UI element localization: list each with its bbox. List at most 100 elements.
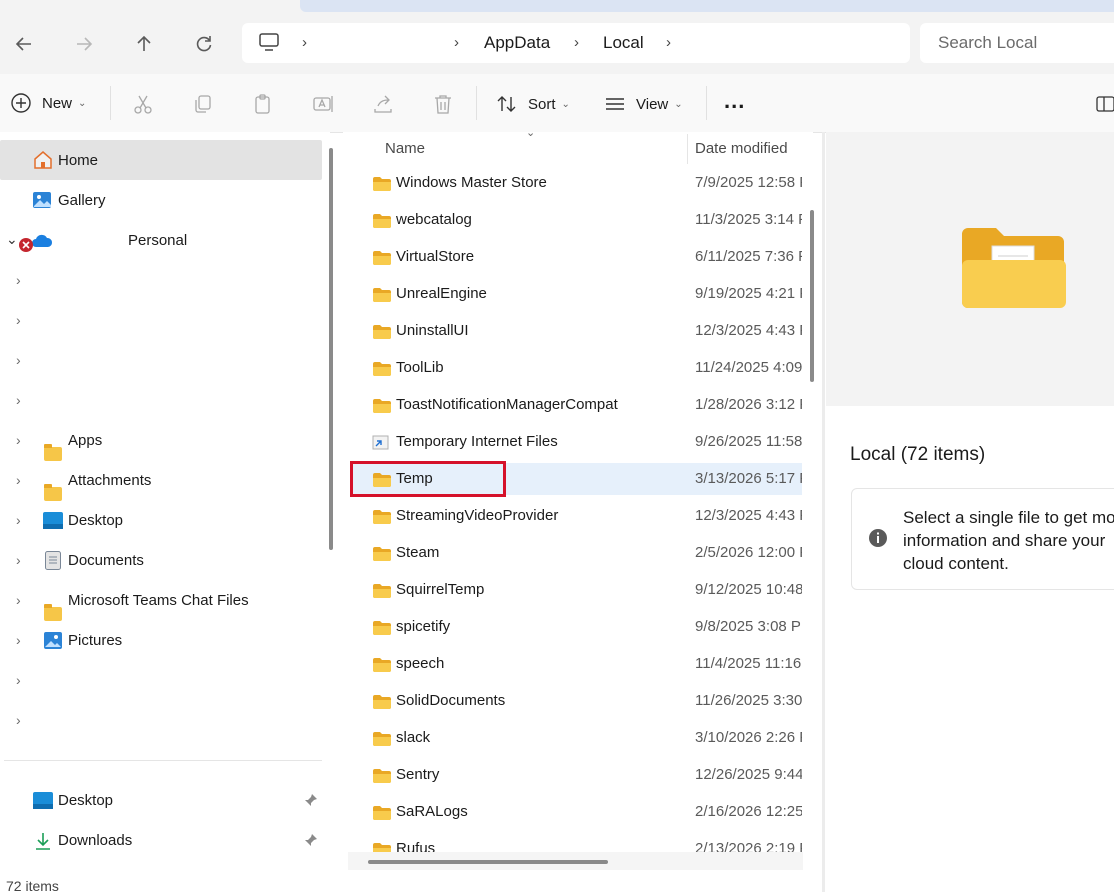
sync-error-icon xyxy=(19,238,33,252)
arrow-up-icon xyxy=(137,35,151,51)
breadcrumb-redacted[interactable] xyxy=(328,34,438,52)
plus-circle-icon xyxy=(11,93,31,113)
up-button[interactable] xyxy=(126,26,162,62)
file-row[interactable]: Steam 2/5/2026 12:00 PM xyxy=(350,537,802,569)
sidebar-item-desktop[interactable]: › Desktop xyxy=(0,501,322,539)
quick-access-downloads[interactable]: Downloads xyxy=(0,821,322,859)
sort-button[interactable]: Sort ⌄ xyxy=(496,93,570,115)
folder-icon xyxy=(372,250,392,270)
forward-button[interactable] xyxy=(66,26,102,62)
file-row[interactable]: SquirrelTemp 9/12/2025 10:48 AM xyxy=(350,574,802,606)
file-row[interactable]: ToastNotificationManagerCompat 1/28/2026 … xyxy=(350,389,802,421)
chevron-right-icon[interactable]: › xyxy=(16,392,21,408)
details-pane-icon[interactable] xyxy=(1096,96,1114,116)
refresh-button[interactable] xyxy=(186,26,222,62)
breadcrumb-local[interactable]: Local xyxy=(603,33,644,53)
breadcrumb-chevron-icon[interactable]: › xyxy=(666,34,671,51)
chevron-right-icon[interactable]: › xyxy=(16,712,21,728)
file-row[interactable]: Sentry 12/26/2025 9:44 AM xyxy=(350,759,802,791)
sidebar-item-pictures[interactable]: › Pictures xyxy=(0,621,322,659)
delete-icon[interactable] xyxy=(432,93,454,119)
back-button[interactable] xyxy=(6,26,42,62)
search-input[interactable]: Search Local xyxy=(920,23,1114,63)
file-date: 12/3/2025 4:43 PM xyxy=(695,322,802,339)
sidebar-item-redacted[interactable]: › xyxy=(0,261,322,299)
sidebar-item-redacted[interactable]: › xyxy=(0,661,322,699)
sidebar-item-redacted[interactable]: › xyxy=(0,341,322,379)
sidebar-item-home[interactable]: Home xyxy=(0,140,322,180)
chevron-right-icon[interactable]: › xyxy=(16,472,21,488)
more-options-button[interactable]: ... xyxy=(724,88,745,114)
share-icon[interactable] xyxy=(372,93,394,119)
file-row[interactable]: UnrealEngine 9/19/2025 4:21 PM xyxy=(350,278,802,310)
sidebar-item-onedrive[interactable]: ⌄ Personal xyxy=(0,221,322,259)
info-text: Select a single file to get more informa… xyxy=(903,508,1114,573)
chevron-right-icon[interactable]: › xyxy=(16,632,21,648)
quick-access-desktop[interactable]: Desktop xyxy=(0,781,322,819)
column-header-date[interactable]: Date modified xyxy=(695,140,788,157)
new-button[interactable]: New ⌄ xyxy=(10,92,86,114)
file-row[interactable]: SolidDocuments 11/26/2025 3:30 PM xyxy=(350,685,802,717)
copy-icon[interactable] xyxy=(192,93,214,119)
sidebar-item-redacted[interactable]: › xyxy=(0,301,322,339)
chevron-right-icon[interactable]: › xyxy=(16,552,21,568)
breadcrumb-chevron-icon[interactable]: › xyxy=(454,34,459,51)
file-name: slack xyxy=(396,729,431,746)
file-row[interactable]: VirtualStore 6/11/2025 7:36 PM xyxy=(350,241,802,273)
cut-icon[interactable] xyxy=(132,93,154,119)
chevron-right-icon[interactable]: › xyxy=(16,272,21,288)
folder-large-icon xyxy=(962,228,1066,308)
file-name: Windows Master Store xyxy=(396,174,547,191)
horizontal-scrollbar[interactable] xyxy=(368,860,608,864)
sidebar-item-documents[interactable]: › Documents xyxy=(0,541,322,579)
file-row[interactable]: StreamingVideoProvider 12/3/2025 4:43 PM xyxy=(350,500,802,532)
pin-icon[interactable] xyxy=(304,833,318,847)
column-header-name[interactable]: Name xyxy=(385,140,425,157)
file-row[interactable]: webcatalog 11/3/2025 3:14 PM xyxy=(350,204,802,236)
file-row[interactable]: speech 11/4/2025 11:16 AM xyxy=(350,648,802,680)
breadcrumb-chevron-icon[interactable]: › xyxy=(302,34,307,51)
documents-icon xyxy=(45,551,61,570)
sidebar-scrollbar[interactable] xyxy=(329,148,333,550)
chevron-right-icon[interactable]: › xyxy=(16,672,21,688)
chevron-right-icon[interactable]: › xyxy=(16,432,21,448)
pin-icon[interactable] xyxy=(304,793,318,807)
folder-icon xyxy=(44,484,62,501)
file-name: SquirrelTemp xyxy=(396,581,485,598)
file-row[interactable]: SaRALogs 2/16/2026 12:25 PM xyxy=(350,796,802,828)
paste-icon[interactable] xyxy=(252,93,274,119)
sidebar-item-redacted[interactable]: › xyxy=(0,381,322,419)
file-row[interactable]: UninstallUI 12/3/2025 4:43 PM xyxy=(350,315,802,347)
vertical-scrollbar[interactable] xyxy=(810,210,814,382)
sidebar-item-attachments[interactable]: › Attachments xyxy=(0,461,322,501)
sidebar-item-label: Apps xyxy=(68,432,103,449)
file-row[interactable]: spicetify 9/8/2025 3:08 PM xyxy=(350,611,802,643)
chevron-right-icon[interactable]: › xyxy=(16,352,21,368)
breadcrumb-chevron-icon[interactable]: › xyxy=(574,34,579,51)
file-name: ToastNotificationManagerCompat xyxy=(396,396,618,413)
chevron-down-icon[interactable]: ⌄ xyxy=(6,231,18,248)
file-date: 3/13/2026 5:17 PM xyxy=(695,470,802,487)
chevron-right-icon[interactable]: › xyxy=(16,312,21,328)
view-button-label: View xyxy=(636,95,669,113)
chevron-right-icon[interactable]: › xyxy=(16,592,21,608)
sidebar-item-apps[interactable]: › Apps xyxy=(0,421,322,461)
folder-icon xyxy=(44,444,62,461)
view-button[interactable]: View ⌄ xyxy=(604,93,683,115)
column-divider[interactable] xyxy=(687,134,688,164)
file-row[interactable]: Windows Master Store 7/9/2025 12:58 PM xyxy=(350,167,802,199)
file-name: webcatalog xyxy=(396,211,472,228)
sidebar-item-label: Desktop xyxy=(68,512,124,529)
file-name: StreamingVideoProvider xyxy=(396,507,559,524)
file-row[interactable]: ToolLib 11/24/2025 4:09 PM xyxy=(350,352,802,384)
file-row[interactable]: Temporary Internet Files 9/26/2025 11:58 … xyxy=(350,426,802,458)
rename-icon[interactable] xyxy=(312,93,334,119)
chevron-right-icon[interactable]: › xyxy=(16,512,21,528)
sidebar-item-gallery[interactable]: Gallery xyxy=(0,181,322,219)
this-pc-icon[interactable] xyxy=(258,32,280,56)
breadcrumb-appdata[interactable]: AppData xyxy=(484,33,550,53)
sidebar-item-teams-chat-files[interactable]: › Microsoft Teams Chat Files xyxy=(0,581,322,621)
pane-divider[interactable] xyxy=(822,132,825,892)
sidebar-item-redacted[interactable]: › xyxy=(0,701,322,739)
file-row[interactable]: slack 3/10/2026 2:26 PM xyxy=(350,722,802,754)
